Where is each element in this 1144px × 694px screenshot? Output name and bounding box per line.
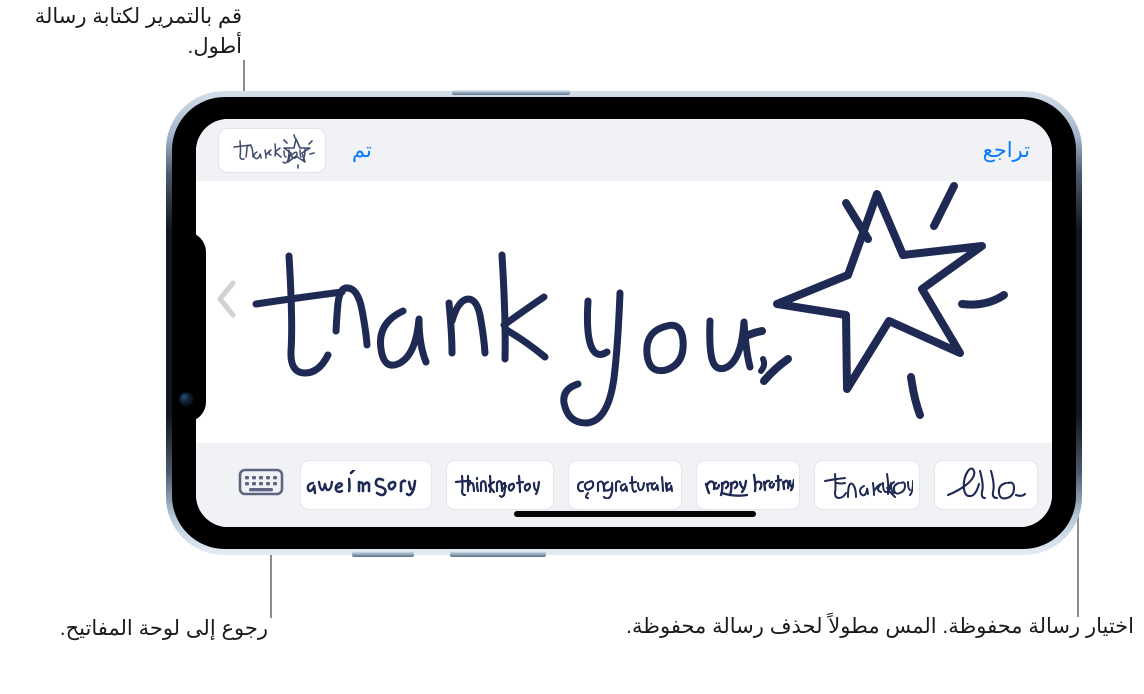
callout-scroll-to-write: قم بالتمرير لكتابة رسالة أطول.: [34, 5, 242, 58]
saved-message-card[interactable]: [814, 460, 920, 510]
handwriting-drawing: [252, 182, 1008, 427]
front-camera-icon: [180, 393, 192, 405]
saved-message-congratulations-icon: [576, 475, 674, 499]
saved-message-hello-icon: [946, 467, 1027, 500]
callout-return-to-keyboard: رجوع إلى لوحة المفاتيح.: [59, 617, 268, 640]
keyboard-icon: [238, 468, 284, 496]
screenshot-root: قم بالتمرير لكتابة رسالة أطول. رجوع إلى …: [0, 0, 1144, 694]
current-message-preview[interactable]: [218, 127, 326, 173]
handwriting-canvas[interactable]: [196, 181, 1052, 443]
callout-choose-saved-message: اختيار رسالة محفوظة. المس مطولاً لحذف رس…: [626, 615, 1134, 638]
saved-message-happy-birthday-icon: [704, 473, 794, 497]
saved-message-card-clipped[interactable]: [300, 460, 348, 510]
volume-button[interactable]: [452, 90, 570, 95]
saved-message-thank-you-icon: [824, 473, 913, 499]
phone-screen: تراجع تم: [196, 119, 1052, 527]
saved-message-card[interactable]: [696, 460, 800, 510]
done-button[interactable]: تم: [352, 138, 372, 163]
saved-message-card[interactable]: [934, 460, 1038, 510]
saved-message-awe-icon: [306, 480, 343, 495]
side-button-small[interactable]: [352, 551, 414, 557]
preview-thumbnail-icon: [233, 134, 315, 169]
saved-message-im-sorry-icon: [347, 470, 417, 497]
saved-message-card[interactable]: [568, 460, 682, 510]
saved-message-card[interactable]: [446, 460, 554, 510]
keyboard-button[interactable]: [238, 465, 284, 499]
saved-message-card[interactable]: [336, 460, 432, 510]
chevron-left-icon[interactable]: [214, 279, 240, 319]
top-toolbar: تراجع تم: [196, 119, 1052, 181]
undo-button[interactable]: تراجع: [983, 138, 1030, 163]
saved-message-thinking-of-you-icon: [454, 474, 541, 498]
home-indicator[interactable]: [514, 511, 756, 517]
saved-messages-strip[interactable]: [196, 443, 1052, 527]
side-button-large[interactable]: [450, 551, 546, 557]
